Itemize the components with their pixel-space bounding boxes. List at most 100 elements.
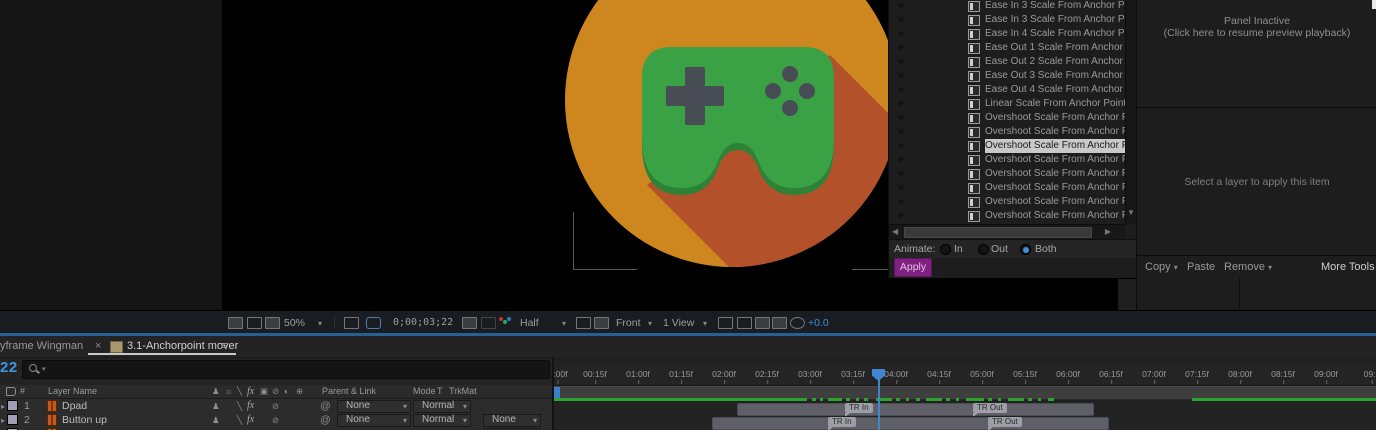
- list-item[interactable]: ★Overshoot Scale From Anchor Po: [889, 167, 1125, 181]
- list-item[interactable]: ★Ease Out 1 Scale From Anchor P: [889, 41, 1125, 55]
- label-color-column-icon[interactable]: [6, 387, 16, 396]
- exposure-value[interactable]: +0.0: [808, 317, 829, 329]
- fx-column-icon[interactable]: fx: [247, 386, 254, 397]
- mode-dropdown[interactable]: Normal▾: [413, 414, 471, 427]
- favorite-star-icon[interactable]: ★: [896, 97, 906, 111]
- chevron-down-icon[interactable]: ▾: [648, 319, 652, 328]
- list-item[interactable]: ★Ease Out 2 Scale From Anchor P: [889, 55, 1125, 69]
- magnification-value[interactable]: 50%: [284, 317, 305, 329]
- chevron-down-icon[interactable]: ▾: [318, 319, 322, 328]
- apply-button[interactable]: Apply: [894, 258, 932, 277]
- layer-duration-bar[interactable]: [712, 417, 1109, 430]
- parent-dropdown[interactable]: None▾: [337, 400, 411, 413]
- view-angle-value[interactable]: Front: [616, 317, 641, 329]
- view-layout-value[interactable]: 1 View: [663, 317, 694, 329]
- favorite-star-icon[interactable]: ★: [896, 195, 906, 209]
- favorite-star-icon[interactable]: ★: [896, 111, 906, 125]
- radio-out[interactable]: [978, 244, 989, 255]
- chevron-down-icon[interactable]: ▾: [562, 319, 566, 328]
- frame-blend-column-icon[interactable]: ▣: [260, 386, 268, 397]
- timeline-nav-icon[interactable]: [755, 317, 770, 329]
- adjustment-column-icon[interactable]: ◐: [284, 386, 289, 396]
- favorite-star-icon[interactable]: ★: [896, 69, 906, 83]
- column-trkmat[interactable]: TrkMat: [449, 386, 477, 396]
- column-t[interactable]: T: [437, 386, 443, 396]
- resolution-value[interactable]: Half: [520, 317, 539, 329]
- collapse-column-icon[interactable]: ☼: [225, 386, 233, 396]
- list-item[interactable]: ★Ease In 3 Scale From Anchor Poi: [889, 0, 1125, 13]
- exposure-shutter-icon[interactable]: [790, 317, 805, 329]
- favorite-star-icon[interactable]: ★: [896, 125, 906, 139]
- list-item[interactable]: ★Overshoot Scale From Anchor Po: [889, 111, 1125, 125]
- favorite-star-icon[interactable]: ★: [896, 139, 906, 153]
- shy-column-icon[interactable]: ♟: [212, 386, 220, 397]
- label-color-swatch[interactable]: [7, 414, 18, 425]
- current-timecode[interactable]: 22: [0, 359, 18, 376]
- list-item[interactable]: ★Linear Scale From Anchor Point: [889, 97, 1125, 111]
- trkmat-dropdown[interactable]: None▾: [483, 414, 541, 427]
- favorite-star-icon[interactable]: ★: [896, 13, 906, 27]
- list-item[interactable]: ★Overshoot Scale From Anchor Po: [889, 195, 1125, 209]
- list-item[interactable]: ★Overshoot Scale From Anchor Po: [889, 181, 1125, 195]
- twirl-icon[interactable]: ▸: [1, 416, 5, 425]
- flowchart-icon[interactable]: [772, 317, 787, 329]
- time-ruler[interactable]: 0:00f 00:15f 01:00f 01:15f 02:00f 02:15f…: [554, 366, 1376, 386]
- pixel-aspect-icon[interactable]: [737, 317, 752, 329]
- fx-toggle-icon[interactable]: fx: [247, 400, 254, 411]
- favorite-star-icon[interactable]: ★: [896, 83, 906, 97]
- motion-blur-toggle-icon[interactable]: ⊘: [272, 401, 279, 412]
- list-item[interactable]: ★Ease In 3 Scale From Anchor Poi: [889, 13, 1125, 27]
- show-snapshot-icon[interactable]: [481, 317, 496, 329]
- favorite-star-icon[interactable]: ★: [896, 27, 906, 41]
- copy-button[interactable]: Copy ▾: [1145, 261, 1178, 273]
- list-item-selected[interactable]: ★Overshoot Scale From Anchor Po: [889, 139, 1125, 153]
- shy-toggle-icon[interactable]: ♟: [212, 401, 220, 412]
- toolbar-timecode[interactable]: 0;00;03;22: [393, 317, 453, 328]
- list-item[interactable]: ★Overshoot Scale From Anchor Po: [889, 153, 1125, 167]
- favorite-star-icon[interactable]: ★: [896, 153, 906, 167]
- list-item[interactable]: ★Ease Out 3 Scale From Anchor P: [889, 69, 1125, 83]
- layer-marker[interactable]: TR Out: [973, 403, 1007, 413]
- chevron-down-icon[interactable]: ▾: [703, 319, 707, 328]
- quality-toggle-icon[interactable]: ╲: [237, 401, 242, 412]
- scroll-down-icon[interactable]: ▼: [1127, 208, 1135, 217]
- favorite-star-icon[interactable]: ★: [896, 209, 906, 223]
- favorite-star-icon[interactable]: ★: [896, 55, 906, 69]
- layer-marker[interactable]: TR In: [828, 417, 856, 427]
- more-tools-button[interactable]: More Tools ▾: [1321, 261, 1376, 273]
- pickwhip-icon[interactable]: @: [320, 400, 331, 412]
- preset-list[interactable]: ★Ease In 3 Scale From Anchor Poi ★Ease I…: [889, 0, 1125, 224]
- channel-colors-icon[interactable]: [499, 317, 512, 327]
- list-item[interactable]: ★Ease In 4 Scale From Anchor Poi: [889, 27, 1125, 41]
- preview-glasses-icon[interactable]: [265, 317, 280, 329]
- label-color-swatch[interactable]: [7, 400, 18, 411]
- layer-marker[interactable]: TR Out: [988, 417, 1022, 427]
- transparency-grid-icon[interactable]: [594, 317, 609, 329]
- motion-blur-column-icon[interactable]: ⊘: [272, 386, 279, 397]
- layer-row-dpad[interactable]: ▸ 1 Dpad ♟ ╲ fx ⊘ @ None▾ Normal▾: [0, 399, 552, 414]
- menu-icon[interactable]: ≡: [221, 340, 227, 352]
- layer-row-button-up[interactable]: ▸ 2 Button up ♟ ╲ fx ⊘ @ None▾ Normal▾ N…: [0, 413, 552, 428]
- parent-dropdown[interactable]: None▾: [337, 414, 411, 427]
- radio-in-label[interactable]: In: [954, 243, 963, 255]
- scroll-left-icon[interactable]: ◀: [892, 227, 898, 236]
- tab-keyframe-wingman[interactable]: yframe Wingman: [0, 340, 83, 352]
- scrollbar-thumb[interactable]: [904, 227, 1092, 238]
- monitor-icon[interactable]: [247, 317, 262, 329]
- pickwhip-icon[interactable]: @: [320, 414, 331, 426]
- shy-toggle-icon[interactable]: ♟: [212, 415, 220, 426]
- twirl-icon[interactable]: ▸: [1, 402, 5, 411]
- favorite-star-icon[interactable]: ★: [896, 41, 906, 55]
- layer-name[interactable]: Dpad: [62, 400, 87, 412]
- panel-inactive-title[interactable]: Panel Inactive: [1137, 15, 1376, 27]
- remove-button[interactable]: Remove ▾: [1224, 261, 1272, 273]
- motion-blur-toggle-icon[interactable]: ⊘: [272, 415, 279, 426]
- quality-column-icon[interactable]: ╲: [237, 386, 242, 397]
- radio-both-label[interactable]: Both: [1035, 243, 1057, 255]
- mode-dropdown[interactable]: Normal▾: [413, 400, 471, 413]
- region-of-interest-icon[interactable]: [576, 317, 591, 329]
- search-input[interactable]: ▾: [22, 360, 550, 379]
- close-icon[interactable]: ×: [95, 340, 101, 352]
- mask-visibility-icon[interactable]: [366, 317, 381, 329]
- always-preview-icon[interactable]: [228, 317, 243, 329]
